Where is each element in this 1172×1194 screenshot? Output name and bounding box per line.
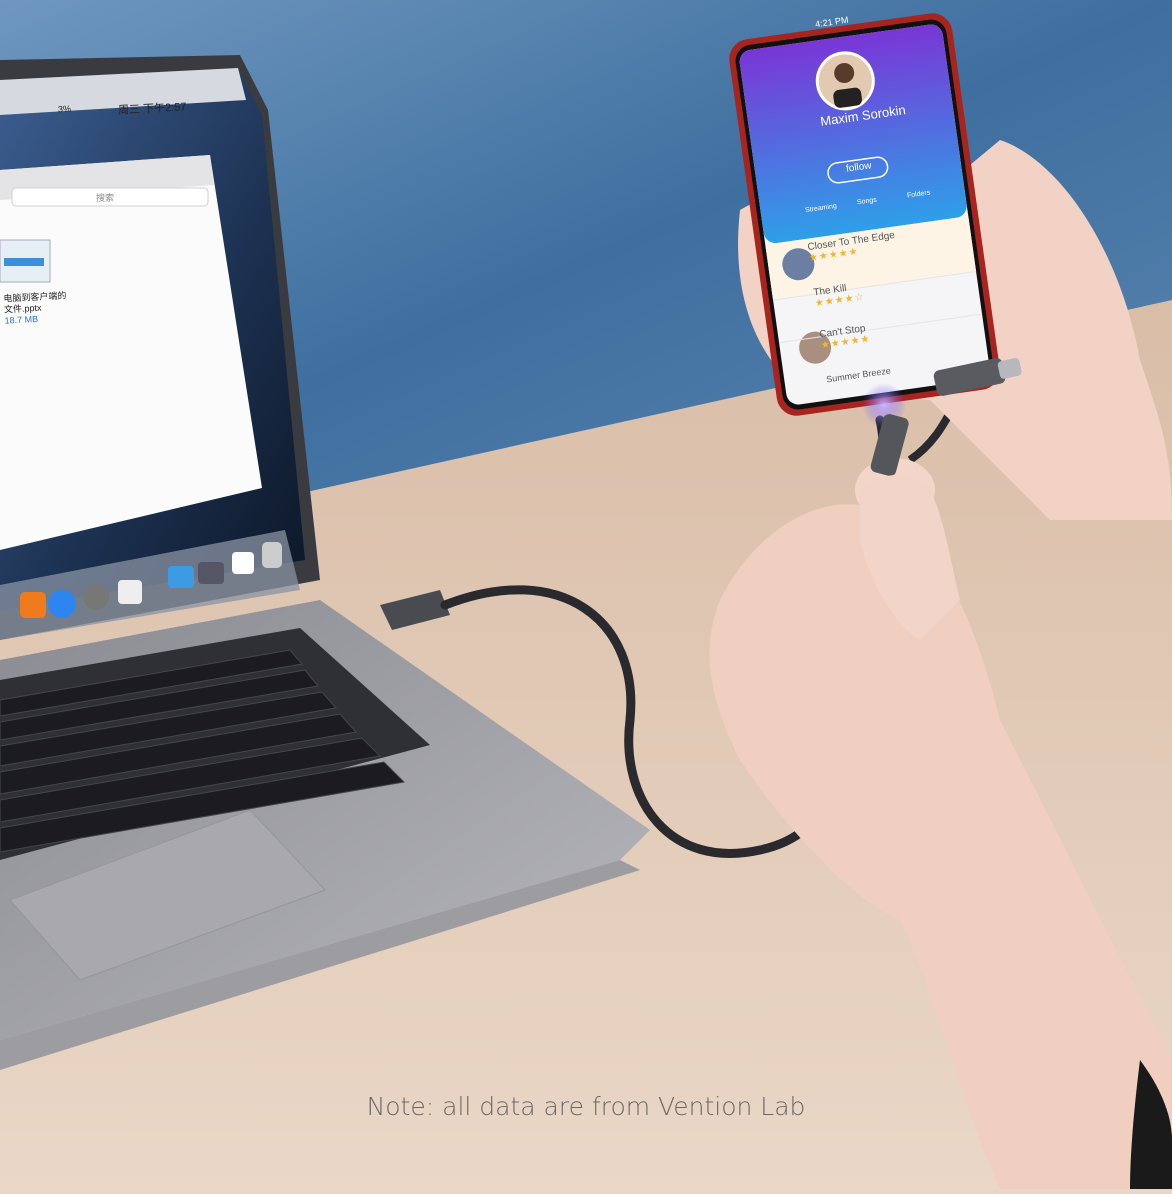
app-store-icon — [48, 590, 76, 618]
finder-search-placeholder: 搜索 — [96, 193, 115, 203]
caption-note: Note: all data are from Vention Lab — [366, 1092, 806, 1121]
battery-label: 3% — [57, 103, 72, 115]
settings-icon — [83, 584, 109, 610]
product-photo — [0, 0, 1172, 1189]
file-name: 电脑到客户端的 文件.pptx 18.7 MB — [3, 290, 68, 326]
